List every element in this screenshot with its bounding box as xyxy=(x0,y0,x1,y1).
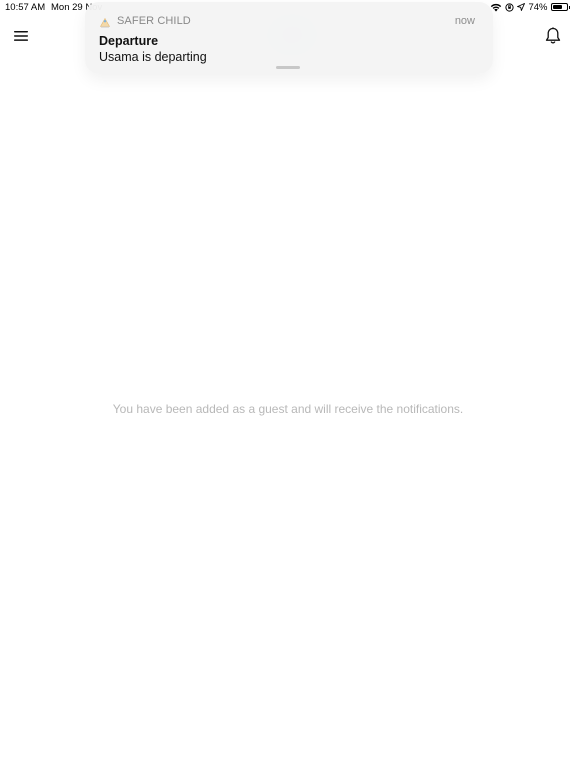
safer-child-app-icon xyxy=(99,16,111,28)
notification-drag-handle[interactable] xyxy=(276,66,300,69)
battery-cap xyxy=(568,5,570,9)
status-time: 10:57 AM xyxy=(5,2,46,13)
hamburger-menu-icon xyxy=(14,29,28,47)
notification-title: Departure xyxy=(99,34,159,48)
battery-fill xyxy=(552,5,562,9)
hamburger-menu-button[interactable] xyxy=(9,28,33,48)
push-notification-banner[interactable]: SAFER CHILD now Departure Usama is depar… xyxy=(85,2,493,74)
notification-time: now xyxy=(454,15,475,27)
battery-icon xyxy=(550,3,568,11)
battery-percent: 74% xyxy=(528,1,548,13)
screen-lock-icon xyxy=(505,2,515,12)
bell-icon xyxy=(545,26,561,50)
location-icon xyxy=(517,3,526,11)
guest-info-message: You have been added as a guest and will … xyxy=(112,402,464,416)
status-icons: 74% xyxy=(490,1,570,13)
wifi-icon xyxy=(490,3,502,12)
notifications-button[interactable] xyxy=(542,26,564,50)
notification-app-name: SAFER CHILD xyxy=(117,15,191,27)
notification-body: Usama is departing xyxy=(99,50,207,64)
